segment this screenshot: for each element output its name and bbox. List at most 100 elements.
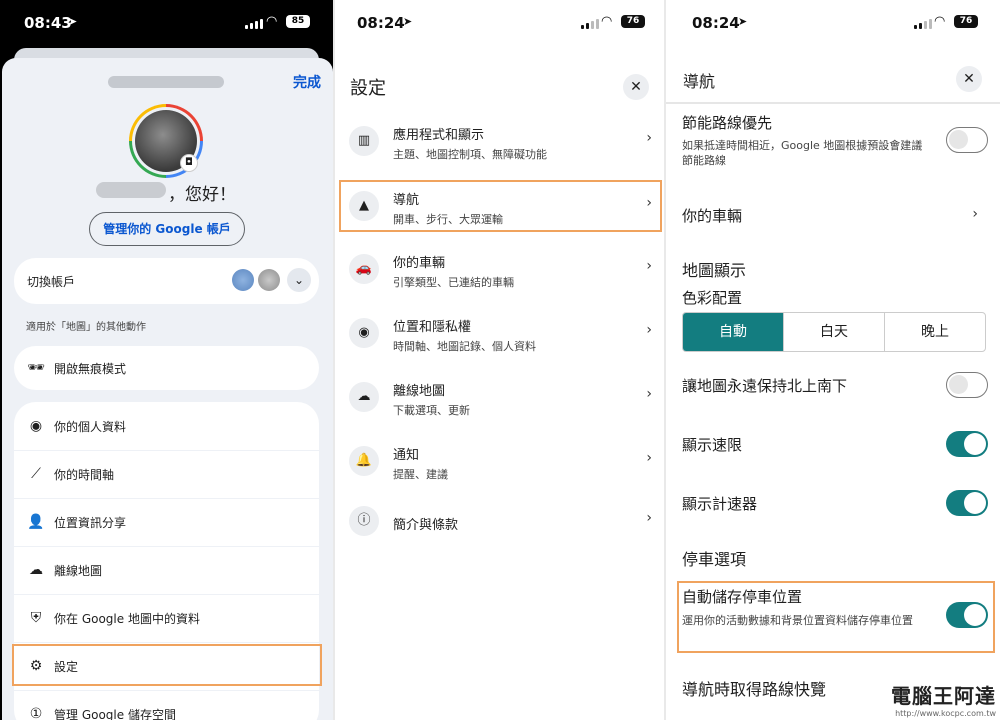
- shield-icon: ⛨: [30, 610, 42, 626]
- settings-item-sub: 主題、地圖控制項、無障礙功能: [393, 148, 547, 161]
- chevron-right-icon: ›: [646, 386, 652, 402]
- settings-item-location-privacy[interactable]: ◉ 位置和隱私權 時間軸、地圖記錄、個人資料 ›: [335, 304, 664, 364]
- chevron-right-icon: ›: [646, 510, 652, 526]
- scheme-option-day[interactable]: 白天: [783, 313, 884, 351]
- page-title: 導航: [683, 72, 716, 91]
- settings-item-about-terms[interactable]: ⓘ 簡介與條款 ›: [335, 492, 664, 552]
- storage-icon: ①: [29, 706, 43, 720]
- wifi-icon: ◠: [601, 14, 613, 29]
- color-scheme-segmented: 自動 白天 晚上: [682, 312, 986, 352]
- settings-item-title: 離線地圖: [393, 384, 446, 399]
- scheme-option-auto[interactable]: 自動: [683, 313, 783, 351]
- chevron-right-icon: ›: [646, 258, 652, 274]
- status-bar: 08:24 ➤ ◠ 76: [666, 0, 1000, 48]
- menu-item-label: 你的個人資料: [54, 419, 127, 434]
- cellular-signal-icon: [245, 18, 263, 29]
- battery-icon: 76: [954, 15, 978, 28]
- greeting-text: ，您好！: [168, 185, 236, 205]
- status-time: 08:24: [692, 14, 740, 32]
- status-bar: 08:43 ➤ ◠ 85: [0, 0, 333, 48]
- speed-limit-label: 顯示速限: [682, 436, 743, 454]
- settings-item-title: 簡介與條款: [393, 518, 459, 533]
- menu-item-timeline[interactable]: ⟋ 你的時間軸: [14, 450, 319, 498]
- status-time: 08:43: [24, 14, 72, 32]
- menu-item-your-data[interactable]: ⛨ 你在 Google 地圖中的資料: [14, 594, 319, 642]
- parking-options-heading: 停車選項: [682, 550, 747, 569]
- menu-item-label: 管理 Google 儲存空間: [54, 707, 176, 720]
- battery-icon: 85: [286, 15, 310, 28]
- menu-item-offline-maps[interactable]: ☁ 離線地圖: [14, 546, 319, 594]
- menu-item-label: 你在 Google 地圖中的資料: [54, 611, 200, 626]
- settings-item-your-vehicle[interactable]: 🚗 你的車輛 引擎類型、已連結的車輛 ›: [335, 240, 664, 300]
- eco-route-title: 節能路線優先: [682, 114, 773, 132]
- wifi-icon: ◠: [934, 14, 946, 29]
- switch-account-card[interactable]: 切換帳戶 ⌄: [14, 258, 319, 304]
- close-button[interactable]: ✕: [956, 66, 982, 92]
- settings-item-title: 位置和隱私權: [393, 320, 472, 335]
- account-avatar-1[interactable]: [232, 269, 254, 291]
- your-vehicle-item[interactable]: 你的車輛: [682, 205, 742, 226]
- settings-item-title: 你的車輛: [393, 256, 446, 271]
- eco-route-toggle[interactable]: [946, 127, 988, 153]
- battery-icon: 76: [621, 15, 645, 28]
- speedometer-toggle[interactable]: [946, 490, 988, 516]
- menu-item-location-sharing[interactable]: 👤 位置資訊分享: [14, 498, 319, 546]
- incognito-label: 開啟無痕模式: [54, 361, 127, 376]
- navigation-settings-panel: 08:24 ➤ ◠ 76 導航 ✕ 節能路線優先 如果抵達時間相近，Google…: [666, 0, 1000, 720]
- watermark: 電腦王阿達 http://www.kocpc.com.tw: [891, 680, 996, 718]
- keep-north-label: 讓地圖永遠保持北上南下: [682, 377, 848, 395]
- settings-item-app-display[interactable]: ▥ 應用程式和顯示 主題、地圖控制項、無障礙功能 ›: [335, 112, 664, 172]
- settings-item-offline-maps[interactable]: ☁ 離線地圖 下載選項、更新 ›: [335, 368, 664, 428]
- menu-item-label: 位置資訊分享: [54, 515, 127, 530]
- other-actions-caption: 適用於「地圖」的其他動作: [26, 322, 146, 333]
- location-pin-icon: ◉: [349, 318, 379, 348]
- cellular-signal-icon: [914, 18, 932, 29]
- car-icon: 🚗: [349, 254, 379, 284]
- info-icon: ⓘ: [349, 506, 379, 536]
- color-scheme-label: 色彩配置: [682, 289, 743, 307]
- settings-item-sub: 時間軸、地圖記錄、個人資料: [393, 340, 536, 353]
- incognito-icon: 🕶: [27, 360, 45, 376]
- eco-route-description: 如果抵達時間相近，Google 地圖根據預設會建議節能路線: [682, 139, 923, 167]
- user-name-redacted: [96, 182, 166, 198]
- status-time: 08:24: [357, 14, 405, 32]
- menu-item-storage[interactable]: ① 管理 Google 儲存空間: [14, 690, 319, 720]
- account-avatar-2[interactable]: [258, 269, 280, 291]
- camera-icon[interactable]: ◘: [180, 154, 198, 172]
- cloud-off-icon: ☁: [29, 562, 43, 578]
- settings-panel: 08:24 ➤ ◠ 76 設定 ✕ ▥ 應用程式和顯示 主題、地圖控制項、無障礙…: [335, 0, 664, 720]
- incognito-card[interactable]: 🕶 開啟無痕模式: [14, 346, 319, 390]
- highlight-settings: [12, 644, 322, 686]
- status-bar: 08:24 ➤ ◠ 76: [335, 0, 664, 48]
- watermark-url: http://www.kocpc.com.tw: [895, 709, 996, 718]
- speed-limit-toggle[interactable]: [946, 431, 988, 457]
- wifi-icon: ◠: [266, 14, 278, 29]
- settings-item-sub: 下載選項、更新: [393, 404, 470, 417]
- share-person-icon: 👤: [27, 514, 45, 530]
- chevron-right-icon: ›: [646, 450, 652, 466]
- chevron-down-icon[interactable]: ⌄: [287, 268, 311, 292]
- keep-north-toggle[interactable]: [946, 372, 988, 398]
- settings-item-notifications[interactable]: 🔔 通知 提醒、建議 ›: [335, 432, 664, 492]
- switch-account-label: 切換帳戶: [27, 275, 76, 289]
- settings-item-sub: 提醒、建議: [393, 468, 448, 481]
- location-arrow-icon: ➤: [68, 15, 78, 28]
- speedometer-label: 顯示計速器: [682, 495, 758, 513]
- done-button[interactable]: 完成: [293, 72, 321, 92]
- menu-item-label: 離線地圖: [54, 563, 103, 578]
- map-display-heading: 地圖顯示: [682, 261, 747, 280]
- watermark-name: 電腦王阿達: [891, 684, 996, 708]
- settings-item-title: 通知: [393, 448, 420, 463]
- close-button[interactable]: ✕: [623, 74, 649, 100]
- location-arrow-icon: ➤: [403, 15, 413, 28]
- chevron-right-icon: ›: [646, 322, 652, 338]
- highlight-navigation: [339, 180, 662, 232]
- menu-item-profile[interactable]: ◉ 你的個人資料: [14, 402, 319, 450]
- scheme-option-night[interactable]: 晚上: [884, 313, 985, 351]
- account-email-redacted: [108, 76, 224, 88]
- route-preview-label[interactable]: 導航時取得路線快覽: [682, 676, 826, 700]
- settings-item-sub: 引擎類型、已連結的車輛: [393, 276, 514, 289]
- header-divider: [666, 102, 1000, 104]
- settings-item-title: 應用程式和顯示: [393, 128, 485, 143]
- manage-account-button[interactable]: 管理你的 Google 帳戶: [89, 212, 245, 246]
